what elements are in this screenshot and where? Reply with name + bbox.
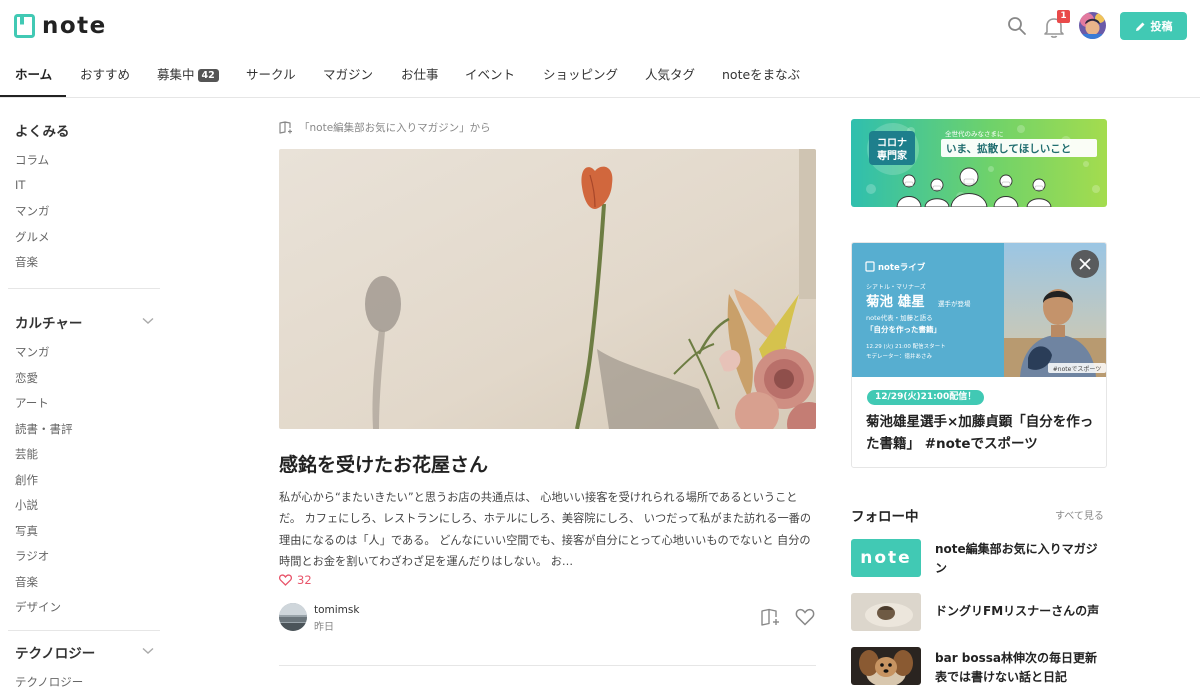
corona-banner-subtitle: 全世代のみなさまに (945, 129, 1004, 138)
sidebar-item[interactable]: テクノロジー (15, 674, 83, 690)
sidebar-item[interactable]: ラジオ (15, 548, 49, 564)
live-date-badge: 12/29(火)21:00配信！ (867, 390, 985, 405)
heart-icon (279, 574, 292, 586)
live-brand: noteライブ (878, 262, 926, 273)
sidebar-item[interactable]: 音楽 (15, 574, 38, 590)
following-title: フォロー中 (851, 509, 919, 525)
chevron-down-icon[interactable] (142, 647, 154, 655)
pen-icon (1135, 22, 1144, 31)
sidebar-item[interactable]: 読書・書評 (15, 421, 73, 437)
article-excerpt[interactable]: 私が心から“またいきたい”と思うお店の共通点は、 心地いい接客を受けれられる場所… (279, 487, 819, 573)
corona-badge-line2: 専門家 (877, 149, 908, 162)
article-title[interactable]: 感銘を受けたお花屋さん (279, 450, 488, 477)
sidebar-section-title: よくみる (15, 124, 70, 140)
live-team: シアトル・マリナーズ (866, 283, 926, 291)
post-button[interactable]: 投稿 (1120, 12, 1187, 40)
live-line2: 「自分を作った書籍」 (866, 324, 941, 334)
note-logo[interactable]: note (14, 13, 107, 39)
flower-photo (279, 149, 816, 429)
recruiting-count-badge: 42 (197, 69, 219, 82)
magazine-source-text: 「note編集部お気に入りマガジン」から (299, 121, 491, 134)
logo-text: note (42, 13, 107, 39)
author-avatar[interactable] (279, 603, 307, 631)
sidebar-item[interactable]: アート (15, 395, 49, 411)
main-nav: ホーム おすすめ 募集中 42 サークル マガジン お仕事 イベント ショッピング… (0, 52, 1200, 98)
live-moderator: モデレーター：徳井あさみ (866, 352, 933, 360)
sidebar-item[interactable]: 創作 (15, 472, 38, 488)
tab-recommended[interactable]: おすすめ (80, 52, 130, 98)
live-player-suffix: 選手が登場 (938, 299, 971, 308)
corona-banner-image: コロナ 専門家 全世代のみなさまに いま、拡散してほしいこと (851, 119, 1107, 207)
corona-badge-line1: コロナ (877, 137, 907, 149)
sidebar-item[interactable]: 小説 (15, 497, 38, 513)
sidebar-item[interactable]: マンガ (15, 203, 50, 219)
corona-banner-headline: いま、拡散してほしいこと (946, 142, 1071, 155)
sidebar-item[interactable]: グルメ (15, 229, 50, 245)
author-name[interactable]: tomimsk (314, 604, 359, 616)
sidebar-item[interactable]: 恋愛 (15, 370, 38, 386)
tab-learn-note[interactable]: noteをまなぶ (722, 52, 800, 98)
note-live-banner-image: #noteでスポーツ noteライブ シアトル・マリナーズ 菊池 雄星 選手が登… (852, 243, 1106, 377)
article-divider (279, 665, 816, 666)
tab-recruiting[interactable]: 募集中 42 (157, 52, 219, 98)
sidebar-section-title[interactable]: テクノロジー (15, 642, 95, 662)
like-count: 32 (279, 573, 312, 587)
tab-circle[interactable]: サークル (246, 52, 296, 98)
close-icon[interactable] (1071, 250, 1099, 278)
following-item-name[interactable]: ドングリFMリスナーさんの声 (935, 602, 1105, 621)
acorn-photo (851, 593, 921, 631)
sidebar-section-title[interactable]: カルチャー (15, 312, 82, 332)
tab-events[interactable]: イベント (465, 52, 515, 98)
active-tab-indicator (0, 95, 66, 97)
chevron-down-icon[interactable] (142, 317, 154, 325)
like-count-value: 32 (297, 573, 312, 587)
live-player-name: 菊池 雄星 (866, 293, 925, 310)
post-button-label: 投稿 (1150, 20, 1173, 33)
notification-button[interactable]: 1 (1043, 10, 1070, 39)
live-card-title[interactable]: 菊池雄星選手×加藤貞顕「自分を作った書籍」 #noteでスポーツ (866, 411, 1102, 455)
following-item-name[interactable]: bar bossa林伸次の毎日更新表では書けない話と日記 (935, 649, 1105, 687)
sidebar-item[interactable]: IT (15, 178, 25, 192)
category-sidebar: よくみる コラム IT マンガ グルメ 音楽 カルチャー マンガ 恋愛 アート … (0, 98, 170, 699)
live-hashtag: #noteでスポーツ (1053, 365, 1101, 373)
tab-jobs[interactable]: お仕事 (401, 52, 439, 98)
magazine-source[interactable]: 「note編集部お気に入りマガジン」から (279, 119, 491, 135)
sidebar-item[interactable]: 音楽 (15, 254, 38, 270)
post-date: 昨日 (314, 622, 334, 633)
add-to-magazine-icon[interactable] (760, 608, 780, 626)
following-item-name[interactable]: note編集部お気に入りマガジン (935, 540, 1105, 578)
tab-popular-tags[interactable]: 人気タグ (645, 52, 695, 98)
following-thumb-bar-bossa[interactable] (851, 647, 921, 685)
live-line1: note代表・加藤と語る (866, 313, 933, 322)
magazine-icon (279, 120, 292, 134)
see-all-link[interactable]: すべて見る (1055, 507, 1104, 522)
sidebar-divider (8, 288, 160, 289)
following-thumb-text: note (860, 548, 912, 568)
like-icon[interactable] (795, 608, 815, 626)
author-avatar-image (279, 603, 307, 631)
notification-badge: 1 (1057, 10, 1070, 23)
header: note 1 投稿 (0, 0, 1200, 52)
dog-photo (851, 647, 921, 685)
sidebar-item[interactable]: デザイン (15, 599, 61, 615)
avatar-image (1079, 12, 1106, 39)
following-thumb-note[interactable]: note (851, 539, 921, 577)
avatar[interactable] (1079, 12, 1106, 39)
note-logo-icon (14, 14, 35, 38)
tab-home[interactable]: ホーム (15, 52, 52, 98)
tab-magazine[interactable]: マガジン (323, 52, 373, 98)
sidebar-item[interactable]: コラム (15, 152, 49, 168)
search-icon[interactable] (1006, 15, 1028, 37)
article-hero-image[interactable] (279, 149, 816, 429)
following-thumb-donguri[interactable] (851, 593, 921, 631)
sidebar-item[interactable]: マンガ (15, 344, 50, 360)
sidebar-item[interactable]: 芸能 (15, 446, 38, 462)
tab-recruiting-label: 募集中 (157, 67, 195, 82)
tab-shopping[interactable]: ショッピング (543, 52, 618, 98)
live-schedule: 12.29 (火) 21:00 配信スタート (866, 342, 946, 350)
sidebar-item[interactable]: 写真 (15, 523, 38, 539)
sidebar-divider (8, 630, 160, 631)
corona-expert-banner[interactable]: コロナ 専門家 全世代のみなさまに いま、拡散してほしいこと (851, 119, 1107, 207)
